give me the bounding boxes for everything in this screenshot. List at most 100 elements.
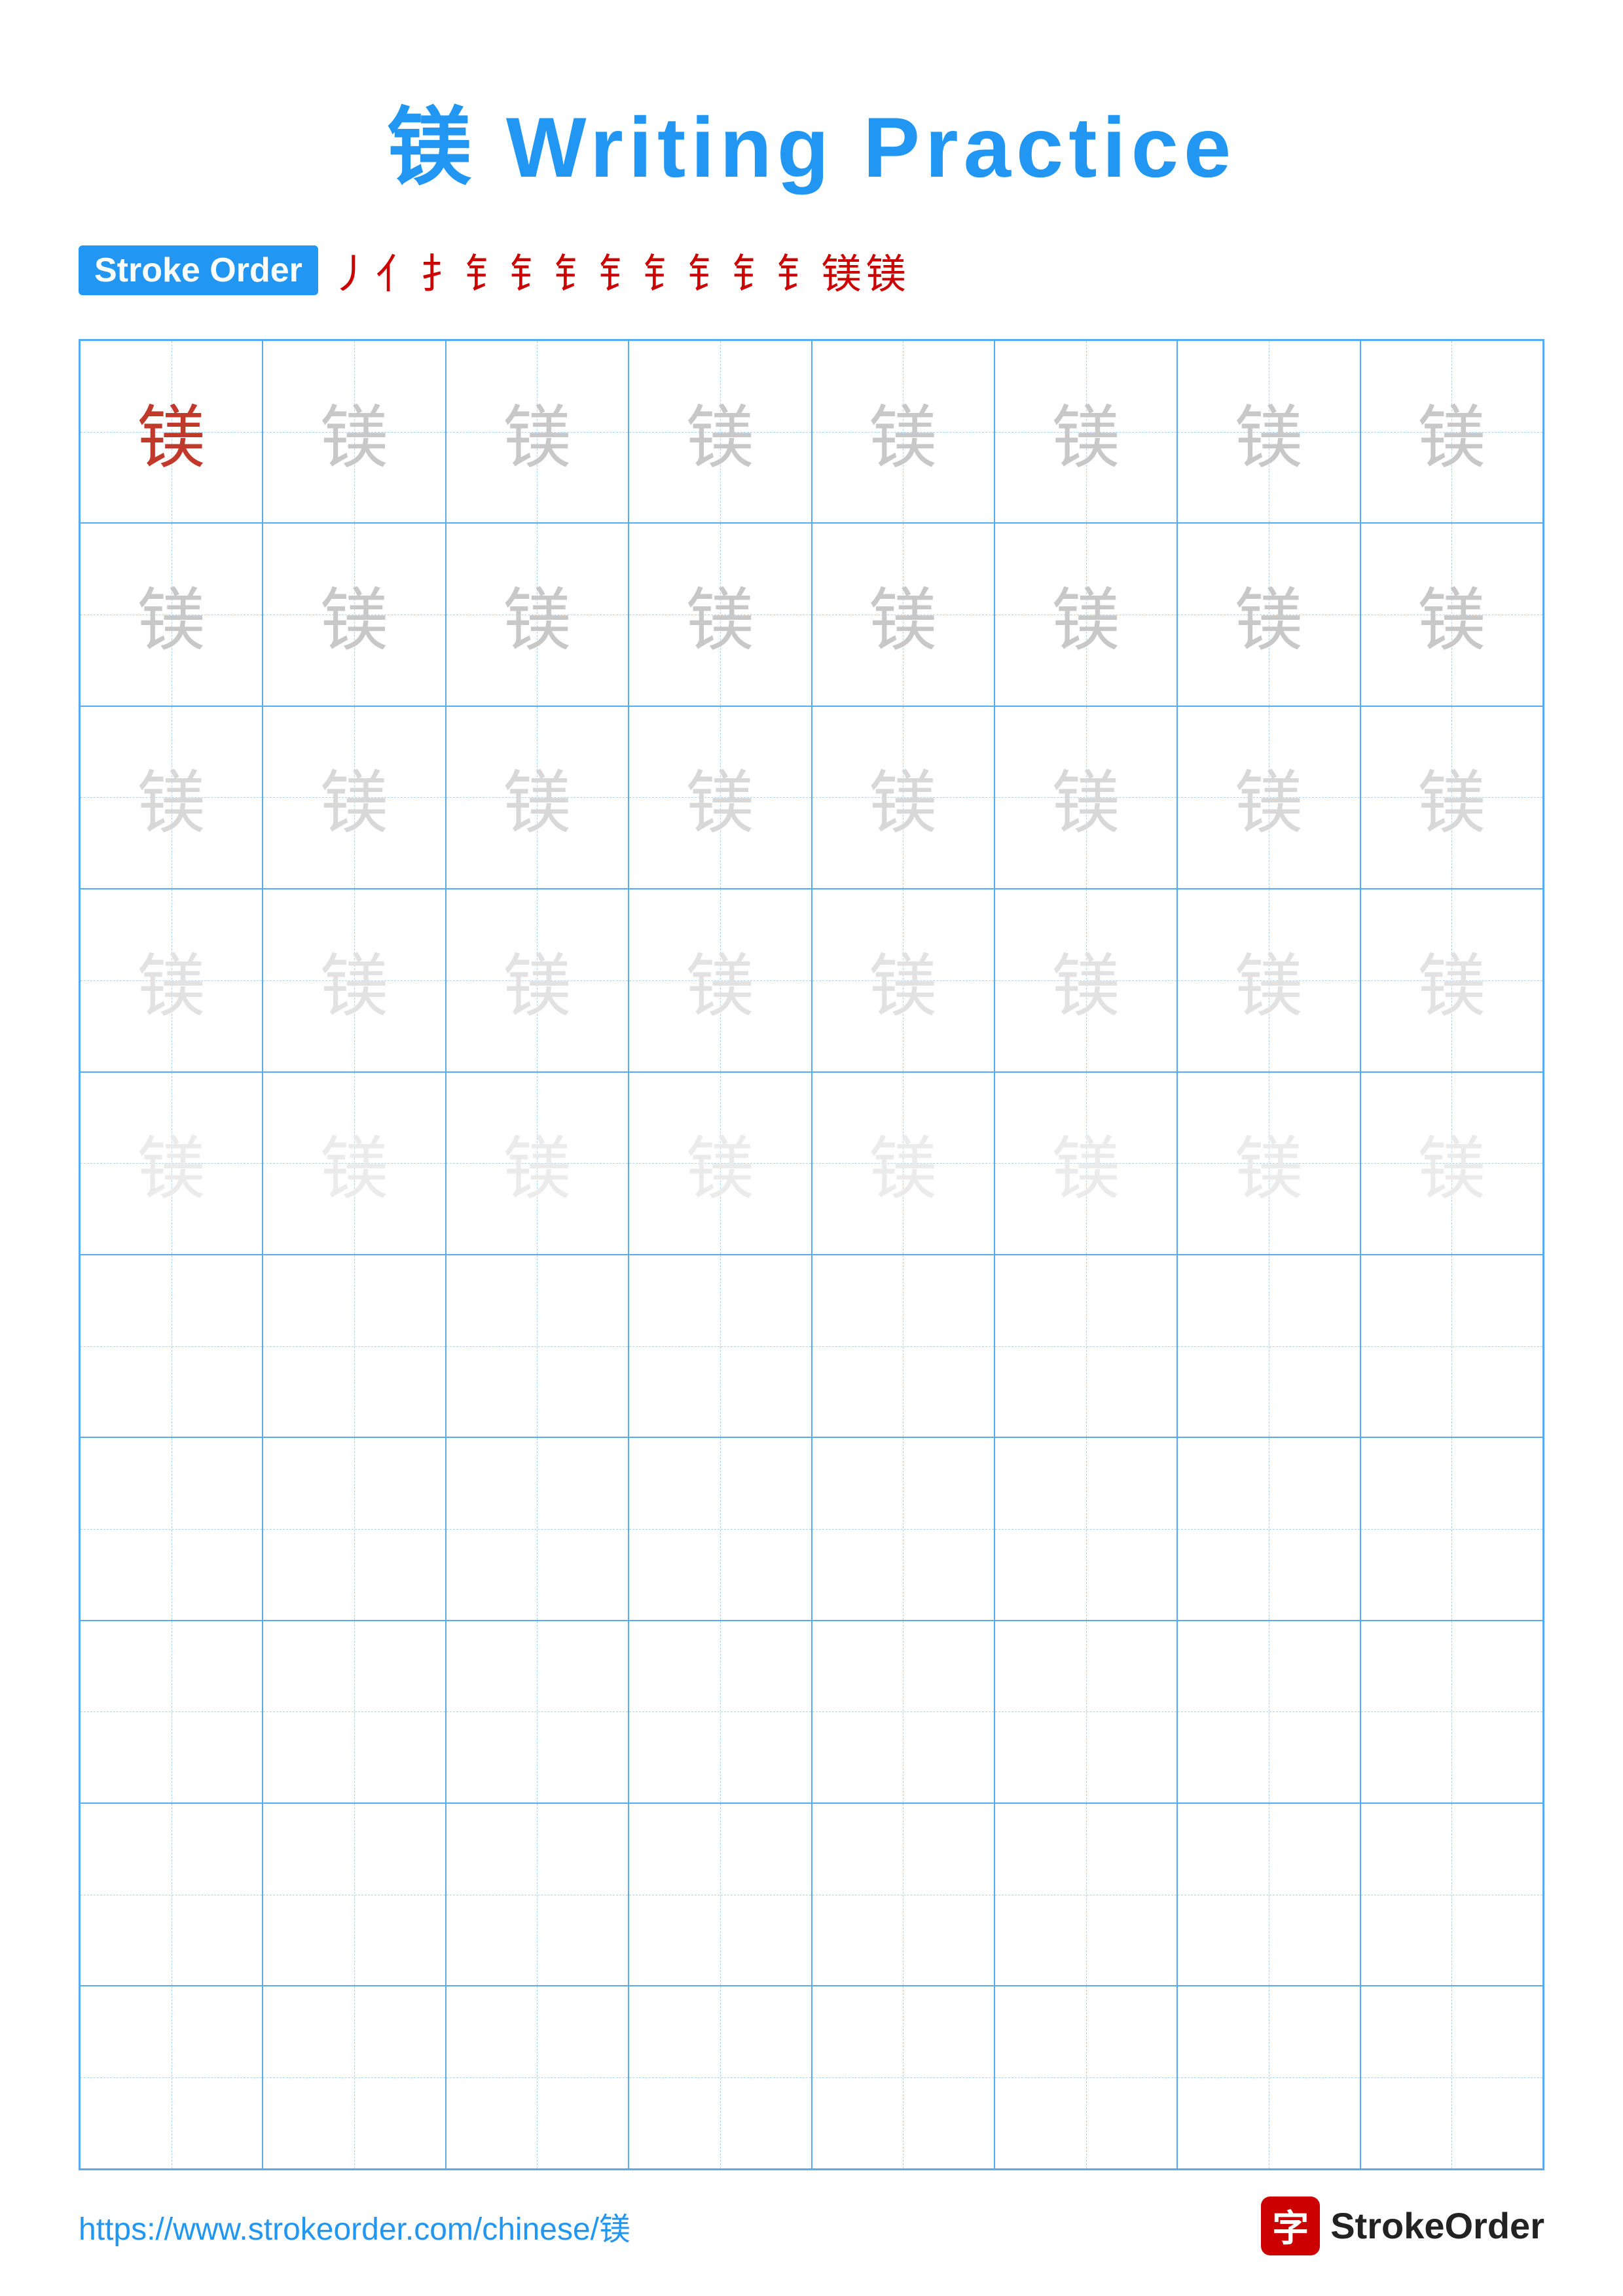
stroke-4: 钅 [465, 241, 505, 300]
grid-cell-r7c6[interactable] [994, 1437, 1177, 1620]
footer: https://www.strokeorder.com/chinese/镁 字 … [79, 2170, 1544, 2255]
grid-cell-r3c7[interactable]: 镁 [1177, 706, 1360, 889]
stroke-10: 钅 [732, 241, 773, 300]
grid-cell-r2c2[interactable]: 镁 [263, 523, 445, 706]
practice-grid: 镁 镁 镁 镁 镁 镁 镁 镁 镁 镁 镁 镁 镁 镁 镁 镁 镁 镁 镁 镁 … [79, 339, 1544, 2170]
stroke-13: 镁 [866, 241, 906, 300]
grid-cell-r2c8[interactable]: 镁 [1360, 523, 1543, 706]
grid-cell-r1c2[interactable]: 镁 [263, 340, 445, 523]
grid-cell-r5c6[interactable]: 镁 [994, 1072, 1177, 1255]
grid-cell-r1c3[interactable]: 镁 [446, 340, 629, 523]
grid-cell-r1c6[interactable]: 镁 [994, 340, 1177, 523]
grid-cell-r10c5[interactable] [812, 1986, 994, 2168]
grid-cell-r2c7[interactable]: 镁 [1177, 523, 1360, 706]
grid-cell-r3c4[interactable]: 镁 [629, 706, 811, 889]
grid-cell-r2c3[interactable]: 镁 [446, 523, 629, 706]
stroke-sequence: 丿 亻 扌 钅 钅 钅 钅 钅 钅 钅 钅 镁 镁 [331, 241, 906, 300]
grid-cell-r9c2[interactable] [263, 1803, 445, 1986]
grid-cell-r6c6[interactable] [994, 1255, 1177, 1437]
grid-cell-r7c5[interactable] [812, 1437, 994, 1620]
grid-cell-r10c4[interactable] [629, 1986, 811, 2168]
grid-cell-r6c5[interactable] [812, 1255, 994, 1437]
grid-cell-r8c5[interactable] [812, 1621, 994, 1803]
grid-cell-r6c8[interactable] [1360, 1255, 1543, 1437]
page-title: 镁 Writing Practice [387, 79, 1236, 202]
grid-cell-r8c2[interactable] [263, 1621, 445, 1803]
grid-cell-r1c1[interactable]: 镁 [80, 340, 263, 523]
grid-cell-r3c5[interactable]: 镁 [812, 706, 994, 889]
footer-url[interactable]: https://www.strokeorder.com/chinese/镁 [79, 2203, 630, 2249]
grid-cell-r5c3[interactable]: 镁 [446, 1072, 629, 1255]
grid-cell-r3c3[interactable]: 镁 [446, 706, 629, 889]
grid-cell-r7c3[interactable] [446, 1437, 629, 1620]
grid-cell-r3c8[interactable]: 镁 [1360, 706, 1543, 889]
grid-cell-r4c7[interactable]: 镁 [1177, 889, 1360, 1071]
grid-cell-r6c1[interactable] [80, 1255, 263, 1437]
footer-logo: 字 StrokeOrder [1261, 2197, 1544, 2255]
grid-cell-r7c8[interactable] [1360, 1437, 1543, 1620]
grid-cell-r6c7[interactable] [1177, 1255, 1360, 1437]
grid-cell-r4c4[interactable]: 镁 [629, 889, 811, 1071]
grid-cell-r5c8[interactable]: 镁 [1360, 1072, 1543, 1255]
grid-cell-r5c7[interactable]: 镁 [1177, 1072, 1360, 1255]
stroke-9: 钅 [687, 241, 728, 300]
grid-cell-r7c2[interactable] [263, 1437, 445, 1620]
grid-cell-r9c4[interactable] [629, 1803, 811, 1986]
grid-cell-r4c5[interactable]: 镁 [812, 889, 994, 1071]
grid-cell-r10c6[interactable] [994, 1986, 1177, 2168]
title-text: Writing Practice [477, 99, 1236, 195]
grid-cell-r9c5[interactable] [812, 1803, 994, 1986]
grid-cell-r6c2[interactable] [263, 1255, 445, 1437]
grid-cell-r6c4[interactable] [629, 1255, 811, 1437]
grid-cell-r7c1[interactable] [80, 1437, 263, 1620]
grid-cell-r7c4[interactable] [629, 1437, 811, 1620]
grid-cell-r3c1[interactable]: 镁 [80, 706, 263, 889]
stroke-order-badge: Stroke Order [79, 245, 318, 295]
grid-cell-r5c4[interactable]: 镁 [629, 1072, 811, 1255]
grid-cell-r8c8[interactable] [1360, 1621, 1543, 1803]
grid-cell-r4c6[interactable]: 镁 [994, 889, 1177, 1071]
grid-cell-r2c4[interactable]: 镁 [629, 523, 811, 706]
grid-cell-r8c4[interactable] [629, 1621, 811, 1803]
grid-cell-r5c5[interactable]: 镁 [812, 1072, 994, 1255]
grid-cell-r4c2[interactable]: 镁 [263, 889, 445, 1071]
grid-cell-r2c6[interactable]: 镁 [994, 523, 1177, 706]
grid-cell-r9c6[interactable] [994, 1803, 1177, 1986]
grid-cell-r10c7[interactable] [1177, 1986, 1360, 2168]
grid-cell-r4c3[interactable]: 镁 [446, 889, 629, 1071]
grid-cell-r10c1[interactable] [80, 1986, 263, 2168]
grid-cell-r8c1[interactable] [80, 1621, 263, 1803]
grid-cell-r2c1[interactable]: 镁 [80, 523, 263, 706]
grid-cell-r3c6[interactable]: 镁 [994, 706, 1177, 889]
grid-cell-r9c3[interactable] [446, 1803, 629, 1986]
title-char: 镁 [387, 101, 477, 196]
grid-cell-r8c7[interactable] [1177, 1621, 1360, 1803]
grid-cell-r10c8[interactable] [1360, 1986, 1543, 2168]
grid-cell-r9c8[interactable] [1360, 1803, 1543, 1986]
grid-cell-r4c1[interactable]: 镁 [80, 889, 263, 1071]
grid-cell-r9c1[interactable] [80, 1803, 263, 1986]
stroke-6: 钅 [554, 241, 594, 300]
grid-cell-r5c1[interactable]: 镁 [80, 1072, 263, 1255]
grid-cell-r5c2[interactable]: 镁 [263, 1072, 445, 1255]
grid-cell-r10c2[interactable] [263, 1986, 445, 2168]
grid-cell-r7c7[interactable] [1177, 1437, 1360, 1620]
grid-cell-r3c2[interactable]: 镁 [263, 706, 445, 889]
page: 镁 Writing Practice Stroke Order 丿 亻 扌 钅 … [0, 0, 1623, 2296]
grid-cell-r10c3[interactable] [446, 1986, 629, 2168]
grid-cell-r1c4[interactable]: 镁 [629, 340, 811, 523]
grid-cell-r1c8[interactable]: 镁 [1360, 340, 1543, 523]
grid-cell-r1c5[interactable]: 镁 [812, 340, 994, 523]
grid-cell-r8c6[interactable] [994, 1621, 1177, 1803]
grid-cell-r9c7[interactable] [1177, 1803, 1360, 1986]
strokeorder-logo-icon: 字 [1261, 2197, 1320, 2255]
strokeorder-logo-text: StrokeOrder [1330, 2204, 1544, 2247]
grid-cell-r4c8[interactable]: 镁 [1360, 889, 1543, 1071]
grid-cell-r1c7[interactable]: 镁 [1177, 340, 1360, 523]
grid-cell-r2c5[interactable]: 镁 [812, 523, 994, 706]
stroke-7: 钅 [598, 241, 639, 300]
stroke-5: 钅 [509, 241, 550, 300]
grid-cell-r6c3[interactable] [446, 1255, 629, 1437]
stroke-3: 扌 [420, 241, 461, 300]
grid-cell-r8c3[interactable] [446, 1621, 629, 1803]
